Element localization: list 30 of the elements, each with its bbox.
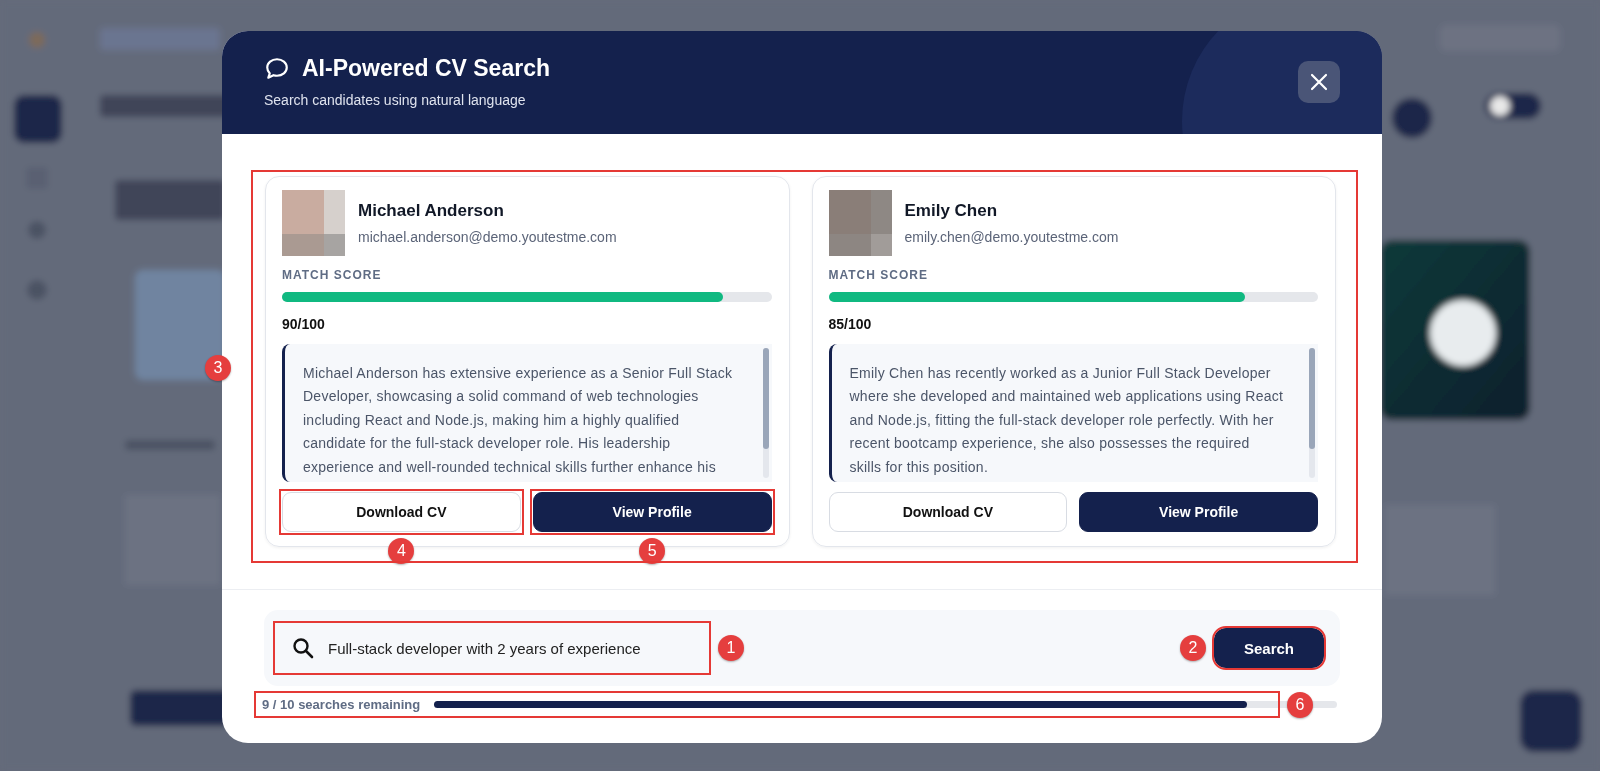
scrollbar-thumb[interactable] xyxy=(762,348,769,450)
callout-badge: 2 xyxy=(1179,635,1206,661)
download-cv-button[interactable]: Download CV xyxy=(828,492,1068,532)
callout-badge: 5 xyxy=(639,538,666,564)
callout-badge: 6 xyxy=(1287,691,1313,718)
candidate-name: Emily Chen xyxy=(904,201,999,221)
scrollbar-thumb[interactable] xyxy=(1309,348,1315,450)
callout-badge: 4 xyxy=(388,538,415,564)
searches-remaining: 9 / 10 searches remaining xyxy=(262,697,421,712)
match-score-label: MATCH SCORE xyxy=(282,268,383,282)
close-button[interactable] xyxy=(1298,61,1340,103)
match-score-value: 85/100 xyxy=(828,316,873,332)
match-score-label: MATCH SCORE xyxy=(828,268,929,282)
chat-bubble-icon xyxy=(264,55,290,82)
search-field[interactable]: Full-stack developer with 2 years of experience xyxy=(328,639,692,657)
dialog-title: AI-Powered CV Search xyxy=(302,55,550,82)
download-cv-button[interactable]: Download CV xyxy=(282,492,521,532)
candidate-name: Michael Anderson xyxy=(358,201,505,221)
close-icon xyxy=(1309,72,1329,92)
view-profile-button[interactable]: View Profile xyxy=(1079,492,1318,532)
callout-badge: 1 xyxy=(718,635,744,661)
dialog-subtitle: Search candidates using natural language xyxy=(264,92,527,108)
search-icon xyxy=(292,637,314,659)
view-profile-button[interactable]: View Profile xyxy=(532,492,772,532)
candidate-summary: Emily Chen has recently worked as a Junior Full Stack Developer where she developed and maintained web applications using React and Node.js, fitting the full-stack developer role perfectly. With her recent bootcamp experience, she also possesses the required skills for this position. xyxy=(848,364,1285,477)
candidate-email: michael.anderson@demo.youtestme.com xyxy=(358,229,617,245)
search-button[interactable]: Search xyxy=(1213,628,1324,668)
match-score-value: 90/100 xyxy=(282,316,326,332)
candidate-email: emily.chen@demo.youtestme.com xyxy=(904,229,1119,245)
candidate-summary: Michael Anderson has extensive experience as a Senior Full Stack Developer, showcasing a solid command of web technologies including React and Node.js, making him a highly qualified candidate for the full-stack developer role. His leadership experience and well-rounded technical skills further enhance his xyxy=(302,364,734,477)
